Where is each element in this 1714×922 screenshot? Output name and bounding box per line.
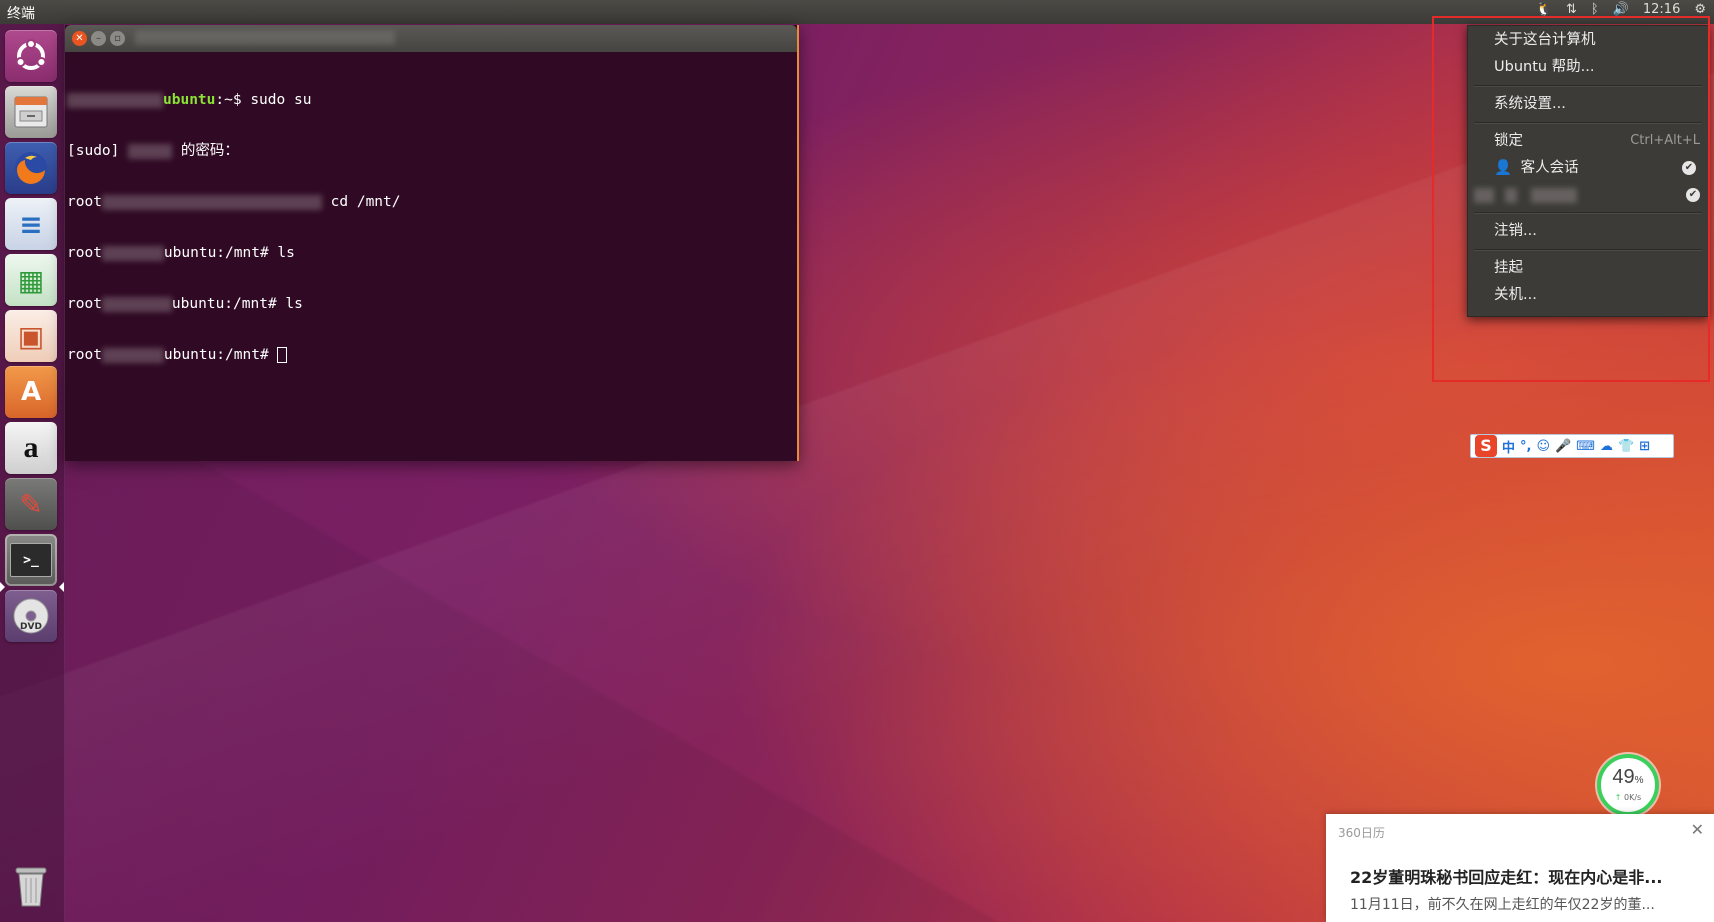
bluetooth-icon[interactable]: ᛒ	[1591, 2, 1599, 17]
percent-value: 49	[1612, 766, 1635, 788]
volume-icon[interactable]: 🔊	[1613, 2, 1629, 17]
terminal-command: sudo su	[250, 92, 312, 108]
notification-snippet[interactable]: 11月11日，前不久在网上走红的年仅22岁的董...	[1350, 894, 1700, 914]
redacted-host	[101, 296, 172, 312]
terminal-line: root cd /mnt/	[67, 194, 793, 211]
amazon-icon: a	[23, 431, 39, 464]
ubuntu-logo-icon	[15, 39, 47, 70]
ime-keyboard-icon[interactable]: ⌨	[1576, 439, 1595, 454]
focused-indicator-right	[59, 582, 64, 592]
percent-unit: %	[1634, 775, 1644, 786]
file-cabinet-icon	[14, 96, 48, 128]
terminal-output[interactable]: ubuntu:~$ sudo su [sudo] 的密码： root cd /m…	[67, 58, 793, 457]
terminal-host: ubuntu	[163, 92, 216, 108]
impress-slides-icon: ▣	[17, 319, 45, 353]
active-app-title: 终端	[7, 6, 35, 22]
redacted-host	[101, 347, 164, 363]
rate-value: 0K/s	[1624, 793, 1642, 802]
terminal-host: ubuntu:/mnt#	[163, 347, 278, 363]
clock[interactable]: 12:16	[1643, 2, 1680, 17]
terminal-prefix: root	[67, 194, 102, 210]
notification-title[interactable]: 22岁董明珠秘书回应走红：现在内心是非...	[1350, 864, 1690, 888]
redacted-window-title	[135, 31, 395, 45]
launcher-ubuntu-dash[interactable]	[5, 30, 57, 82]
terminal-line: root ubuntu:/mnt#	[67, 347, 793, 364]
terminal-command: cd /mnt/	[321, 194, 401, 210]
launcher-settings[interactable]: ✎	[5, 478, 57, 530]
launcher: ≡ ▦ ▣ A a ✎ >_ DVD	[0, 24, 65, 922]
writer-doc-icon: ≡	[19, 207, 43, 241]
launcher-files[interactable]	[5, 86, 57, 138]
terminal-text: [sudo]	[67, 143, 129, 159]
window-maximize-button[interactable]: ▫	[110, 31, 125, 46]
terminal-line: [sudo] 的密码：	[67, 143, 793, 160]
terminal-prompt: :~$	[215, 92, 251, 108]
calc-sheet-icon: ▦	[17, 263, 45, 297]
ime-microphone-icon[interactable]: 🎤	[1555, 439, 1571, 454]
terminal-line: root ubuntu:/mnt# ls	[67, 296, 793, 313]
wrench-gear-icon: ✎	[19, 487, 43, 521]
redacted-host	[101, 245, 164, 261]
shopping-bag-icon: A	[20, 377, 42, 407]
dvd-disc-icon: DVD	[13, 598, 49, 634]
launcher-writer[interactable]: ≡	[5, 198, 57, 250]
memory-percent: 49%	[1601, 767, 1655, 791]
network-speed-widget[interactable]: 49% ↑ 0K/s	[1597, 754, 1659, 816]
terminal-window[interactable]: ✕ – ▫ ubuntu:~$ sudo su [sudo] 的密码： root…	[65, 25, 799, 461]
launcher-terminal[interactable]: >_	[5, 534, 57, 586]
ime-skin-icon[interactable]: 👕	[1618, 439, 1634, 454]
trash-can-icon	[15, 867, 47, 907]
ime-emoji-icon[interactable]: ☺	[1536, 439, 1550, 454]
terminal-command: ls	[277, 245, 295, 261]
launcher-dvd[interactable]: DVD	[5, 590, 57, 642]
terminal-host: ubuntu:/mnt#	[163, 245, 278, 261]
upload-arrow-icon: ↑	[1614, 793, 1622, 802]
upload-rate: ↑ 0K/s	[1601, 793, 1655, 802]
terminal-text: 的密码：	[172, 143, 239, 159]
terminal-prefix: root	[67, 245, 102, 261]
ime-toolbar[interactable]: S 中 °, ☺ 🎤 ⌨ ☁ 👕 ⊞	[1470, 434, 1674, 458]
terminal-prefix: root	[67, 347, 102, 363]
launcher-amazon[interactable]: a	[5, 422, 57, 474]
terminal-command: ls	[285, 296, 303, 312]
firefox-icon	[15, 152, 47, 184]
ime-toolbox-icon[interactable]: ⊞	[1639, 439, 1650, 454]
terminal-host: ubuntu:/mnt#	[171, 296, 286, 312]
window-minimize-button[interactable]: –	[91, 31, 106, 46]
qq-penguin-icon[interactable]: 🐧	[1536, 2, 1552, 17]
launcher-impress[interactable]: ▣	[5, 310, 57, 362]
running-indicator-left	[0, 582, 5, 592]
ime-cloud-icon[interactable]: ☁	[1600, 439, 1613, 454]
power-gear-icon[interactable]: ⚙	[1694, 2, 1706, 17]
launcher-software[interactable]: A	[5, 366, 57, 418]
terminal-prefix: root	[67, 296, 102, 312]
redacted-user	[128, 143, 173, 159]
launcher-trash[interactable]	[5, 860, 57, 912]
notification-source: 360日历	[1338, 826, 1385, 840]
ime-punctuation-icon[interactable]: °,	[1520, 439, 1531, 454]
launcher-firefox[interactable]	[5, 142, 57, 194]
terminal-cursor	[277, 347, 288, 363]
window-close-button[interactable]: ✕	[72, 31, 87, 46]
annotation-highlight-box	[1432, 16, 1710, 382]
terminal-prompt-frame: >_	[10, 543, 52, 577]
close-icon[interactable]: ✕	[1691, 820, 1704, 839]
terminal-line: root ubuntu:/mnt# ls	[67, 245, 793, 262]
calendar-notification[interactable]: 360日历 ✕ 22岁董明珠秘书回应走红：现在内心是非... 11月11日，前不…	[1326, 814, 1714, 922]
terminal-line: ubuntu:~$ sudo su	[67, 92, 793, 109]
system-tray: 🐧 ⇅ ᛒ 🔊 12:16 ⚙	[1536, 2, 1706, 17]
dvd-label: DVD	[20, 622, 42, 632]
launcher-calc[interactable]: ▦	[5, 254, 57, 306]
terminal-prompt-icon: >_	[23, 552, 39, 568]
sogou-logo-icon[interactable]: S	[1475, 435, 1497, 457]
terminal-titlebar[interactable]: ✕ – ▫	[65, 25, 797, 52]
network-arrows-icon[interactable]: ⇅	[1566, 2, 1577, 17]
redacted-user	[67, 92, 163, 108]
redacted-host	[101, 194, 322, 210]
ime-chinese-mode[interactable]: 中	[1502, 437, 1515, 456]
